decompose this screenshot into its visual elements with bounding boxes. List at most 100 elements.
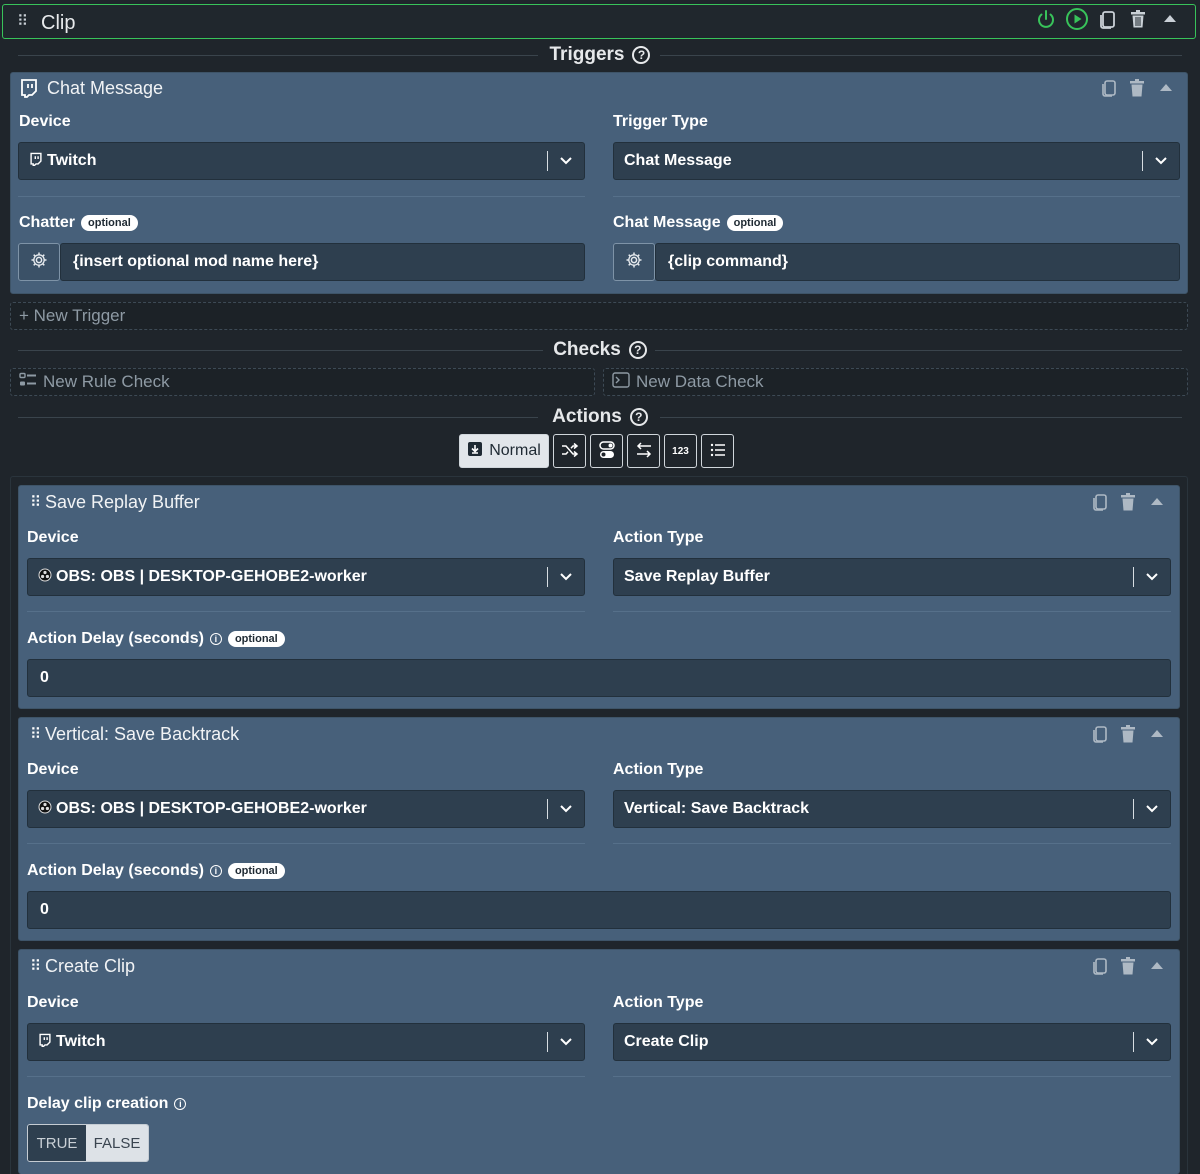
chevron-down-icon[interactable] (548, 1037, 584, 1047)
power-icon[interactable] (1035, 8, 1057, 35)
select-value: OBS: OBS | DESKTOP-GEHOBE2-worker (56, 568, 367, 585)
drag-handle-icon[interactable]: ⠿ (30, 495, 41, 510)
device-label: Device (27, 529, 79, 546)
action-type-select[interactable]: Save Replay Buffer (613, 558, 1171, 596)
chevron-down-icon[interactable] (548, 156, 584, 166)
delay-clip-label: Delay clip creation i (27, 1095, 187, 1113)
action-type-label: Action Type (613, 994, 704, 1011)
action-delay-label: Action Delay (seconds) i optional (27, 630, 285, 648)
new-trigger-button[interactable]: + New Trigger (10, 302, 1188, 330)
copy-icon[interactable] (1091, 724, 1109, 749)
optional-badge: optional (227, 863, 285, 879)
obs-icon (38, 800, 52, 819)
collapse-icon[interactable] (1161, 10, 1179, 33)
select-value: Twitch (56, 1033, 106, 1050)
select-value: OBS: OBS | DESKTOP-GEHOBE2-worker (56, 800, 367, 817)
select-value: Create Clip (624, 1033, 709, 1050)
copy-icon[interactable] (1097, 8, 1119, 35)
action-title: Vertical: Save Backtrack (45, 724, 240, 744)
device-label: Device (19, 113, 71, 130)
mode-random-button[interactable] (553, 434, 586, 468)
chat-message-label: Chat Message optional (613, 214, 784, 232)
gear-icon (30, 251, 48, 274)
new-rule-check-button[interactable]: New Rule Check (10, 368, 595, 396)
mode-swap-button[interactable] (627, 434, 660, 468)
action-device-select[interactable]: Twitch (27, 1023, 585, 1061)
mode-toggle-button[interactable] (590, 434, 623, 468)
mode-list-button[interactable] (701, 434, 734, 468)
rule-list-icon (19, 372, 37, 393)
arrows-swap-icon (635, 441, 653, 461)
action-device-select[interactable]: OBS: OBS | DESKTOP-GEHOBE2-worker (27, 790, 585, 828)
copy-icon[interactable] (1091, 956, 1109, 981)
chevron-down-icon[interactable] (1134, 804, 1170, 814)
toggle-false-option[interactable]: FALSE (86, 1125, 148, 1161)
device-label: Device (27, 761, 79, 778)
trash-icon[interactable] (1119, 492, 1137, 517)
obs-icon (38, 568, 52, 587)
play-icon[interactable] (1065, 7, 1089, 36)
drag-handle-icon[interactable]: ⠿ (30, 727, 41, 742)
chat-message-settings-button[interactable] (613, 243, 655, 281)
help-icon[interactable]: ? (628, 341, 647, 359)
action-type-label: Action Type (613, 761, 704, 778)
drag-handle-icon[interactable]: ⠿ (30, 959, 41, 974)
checks-section-header: Checks? (0, 338, 1200, 362)
trigger-type-select[interactable]: Chat Message (613, 142, 1180, 180)
action-type-select[interactable]: Create Clip (613, 1023, 1171, 1061)
triggers-title: Triggers (549, 44, 625, 65)
info-icon[interactable]: i (209, 865, 222, 877)
chevron-down-icon[interactable] (1134, 1037, 1170, 1047)
mode-number-button[interactable]: 123 (664, 434, 697, 468)
twitch-icon (38, 1033, 52, 1052)
info-icon[interactable]: i (174, 1098, 187, 1110)
chat-message-input[interactable]: {clip command} (655, 243, 1180, 281)
action-title: Create Clip (45, 956, 136, 976)
collapse-icon[interactable] (1158, 80, 1174, 101)
select-value: Chat Message (624, 152, 732, 169)
trash-icon[interactable] (1128, 78, 1146, 103)
action-type-select[interactable]: Vertical: Save Backtrack (613, 790, 1171, 828)
new-data-check-button[interactable]: New Data Check (603, 368, 1188, 396)
collapse-icon[interactable] (1149, 726, 1165, 747)
twitch-icon (29, 152, 43, 171)
collapse-icon[interactable] (1149, 494, 1165, 515)
chevron-down-icon[interactable] (1143, 156, 1179, 166)
trash-icon[interactable] (1119, 956, 1137, 981)
actions-section-header: Actions? (0, 405, 1200, 429)
chatter-settings-button[interactable] (18, 243, 60, 281)
action-card (18, 949, 1180, 1174)
optional-badge: optional (726, 215, 784, 231)
copy-icon[interactable] (1100, 78, 1118, 103)
help-icon[interactable]: ? (629, 408, 648, 426)
chevron-down-icon[interactable] (548, 572, 584, 582)
select-value: Twitch (47, 152, 97, 169)
download-icon (467, 441, 483, 462)
info-icon[interactable]: i (209, 633, 222, 645)
copy-icon[interactable] (1091, 492, 1109, 517)
select-value: Vertical: Save Backtrack (624, 800, 810, 817)
toggle-true-option[interactable]: TRUE (28, 1125, 86, 1161)
mode-normal-button[interactable]: Normal (459, 434, 549, 468)
automation-header: ⠿ Clip (2, 4, 1196, 39)
select-value: Save Replay Buffer (624, 568, 770, 585)
trash-icon[interactable] (1119, 724, 1137, 749)
trigger-device-select[interactable]: Twitch (18, 142, 585, 180)
action-delay-input[interactable]: 0 (27, 659, 1171, 697)
collapse-icon[interactable] (1149, 958, 1165, 979)
shuffle-icon (561, 442, 579, 461)
drag-handle-icon[interactable]: ⠿ (17, 14, 28, 29)
chevron-down-icon[interactable] (548, 804, 584, 814)
trash-icon[interactable] (1127, 8, 1149, 35)
action-type-label: Action Type (613, 529, 704, 546)
action-delay-input[interactable]: 0 (27, 891, 1171, 929)
help-icon[interactable]: ? (632, 46, 651, 64)
optional-badge: optional (227, 631, 285, 647)
gear-icon (625, 251, 643, 274)
trigger-type-label: Trigger Type (613, 113, 708, 130)
device-label: Device (27, 994, 79, 1011)
chevron-down-icon[interactable] (1134, 572, 1170, 582)
action-device-select[interactable]: OBS: OBS | DESKTOP-GEHOBE2-worker (27, 558, 585, 596)
chatter-input[interactable]: {insert optional mod name here} (60, 243, 585, 281)
trigger-title: Chat Message (47, 78, 164, 98)
